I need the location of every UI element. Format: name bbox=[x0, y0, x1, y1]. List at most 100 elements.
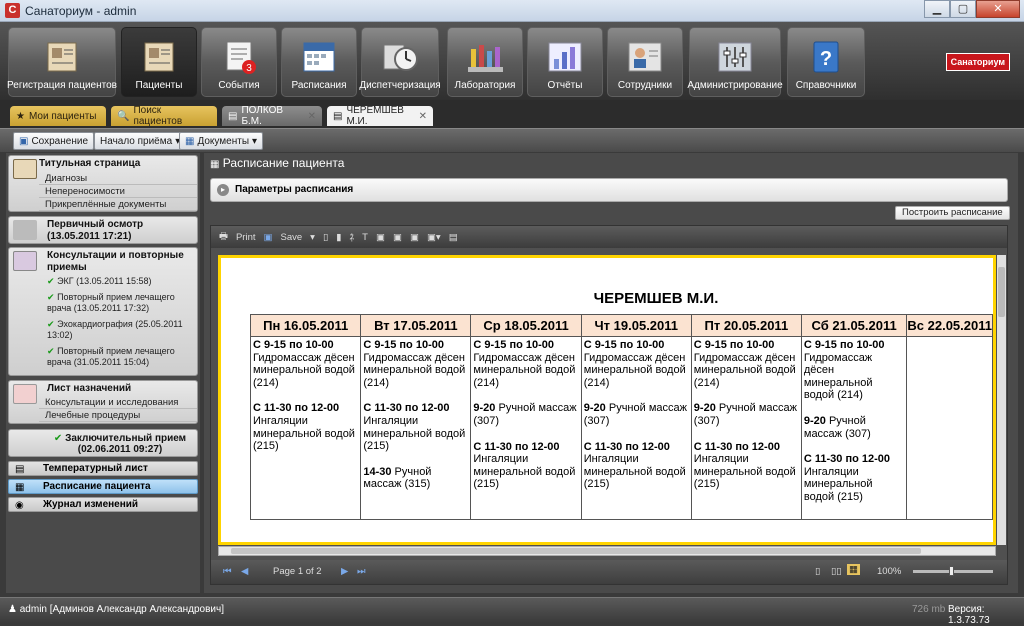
schedule-entry: 14-30 Ручной массаж (315) bbox=[363, 466, 468, 491]
copy-icon[interactable]: ▯ bbox=[323, 232, 328, 243]
print-button[interactable]: Print bbox=[236, 232, 256, 243]
schedule-entry: С 11-30 по 12-00 Ингаляции минеральной во… bbox=[584, 441, 689, 491]
schedule-entry: С 11-30 по 12-00 Ингаляции минеральной во… bbox=[804, 453, 905, 503]
last-page-icon[interactable]: ⏭ bbox=[357, 566, 366, 577]
tab-patient-search[interactable]: 🔍 Поиск пациентов bbox=[111, 105, 217, 127]
layout-icon-1[interactable]: ▣ bbox=[376, 232, 385, 243]
group-final-visit[interactable]: ✔ Заключительный прием (02.06.2011 09:27… bbox=[8, 429, 198, 457]
chevron-down-icon[interactable]: ▾ bbox=[310, 232, 315, 243]
build-schedule-button[interactable]: Построить расписание bbox=[895, 206, 1010, 220]
nav-diagnoses[interactable]: Диагнозы bbox=[39, 172, 197, 185]
day-cell: С 9-15 по 10-00 Гидромассаж дёсен минерал… bbox=[690, 336, 802, 520]
single-page-icon[interactable]: ▯ bbox=[815, 566, 820, 577]
ribbon-lab-button[interactable]: Лаборатория bbox=[447, 27, 523, 97]
nav-change-log[interactable]: ◉ Журнал изменений bbox=[8, 497, 198, 512]
check-icon: ✔ bbox=[47, 292, 55, 302]
group-title-page[interactable]: Титульная страница Диагнозы Непереносимо… bbox=[8, 155, 198, 212]
ribbon-schedules-button[interactable]: Расписания bbox=[281, 27, 357, 97]
vertical-scrollbar[interactable] bbox=[997, 255, 1006, 545]
nav-intolerances[interactable]: Непереносимости bbox=[39, 185, 197, 198]
paste-icon[interactable]: ▮ bbox=[336, 232, 341, 243]
prev-page-icon[interactable]: ◀ bbox=[241, 566, 248, 577]
svg-text:3: 3 bbox=[246, 63, 252, 74]
report-viewer: 🖶 Print ▣ Save ▾ ▯ ▮ ﾈT ▣ ▣ ▣ ▣▾ ▤ ЧЕРЕМШЕВ М.И.… bbox=[210, 225, 1008, 585]
check-icon: ✔ bbox=[53, 433, 63, 444]
text-icon[interactable]: T bbox=[362, 232, 368, 243]
entry-procedure: Гидромассаж дёсен минеральной водой (214… bbox=[693, 351, 796, 389]
patient-card-icon: ▤ bbox=[228, 110, 238, 122]
nav-treatment-procedures[interactable]: Лечебные процедуры bbox=[39, 409, 197, 422]
maximize-button[interactable]: ▢ bbox=[950, 0, 976, 18]
documents-dropdown[interactable]: ▦ Документы ▾ bbox=[179, 132, 264, 150]
entry-time: С 11-30 по 12-00 bbox=[473, 440, 560, 453]
entry-time: 9-20 bbox=[693, 402, 716, 415]
entry-time: С 9-15 по 10-00 bbox=[803, 339, 885, 351]
chevron-down-icon: ▾ bbox=[252, 135, 258, 147]
ribbon-events-button[interactable]: 3 События bbox=[201, 27, 277, 97]
minimize-button[interactable]: ▁ bbox=[924, 0, 950, 18]
group-consultations[interactable]: Консультации и повторные приемы ✔ ЭКГ (1… bbox=[8, 247, 198, 376]
entry-time: С 11-30 по 12-00 bbox=[803, 453, 891, 466]
schedule-entry: С 11-30 по 12-00 Ингаляции минеральной во… bbox=[363, 402, 468, 452]
patient-card-icon: ▤ bbox=[333, 110, 343, 122]
ribbon-registration-button[interactable]: Регистрация пациентов bbox=[7, 27, 117, 97]
entry-procedure: Гидромассаж дёсен минеральной водой (214… bbox=[363, 351, 466, 389]
lab-icon bbox=[465, 39, 505, 75]
print-icon[interactable]: 🖶 bbox=[219, 229, 228, 245]
page-indicator: Page 1 of 2 bbox=[273, 566, 322, 577]
schedule-main: ▦ Расписание пациента ▸ Параметры расписа… bbox=[204, 153, 1018, 593]
layout-icon-3[interactable]: ▣ bbox=[410, 232, 419, 243]
export-icon[interactable]: ▣▾ bbox=[427, 232, 441, 243]
nav-repeat-visit-2[interactable]: ✔ Повторный прием лечащего врача (31.05.… bbox=[47, 346, 195, 368]
entry-time: С 9-15 по 10-00 bbox=[363, 339, 444, 351]
close-window-button[interactable]: ✕ bbox=[976, 0, 1020, 18]
horizontal-scrollbar[interactable] bbox=[218, 546, 996, 556]
nav-temperature-sheet[interactable]: ▤ Температурный лист bbox=[8, 461, 198, 476]
zoom-slider[interactable] bbox=[913, 566, 993, 576]
close-tab-icon[interactable]: ✕ bbox=[308, 111, 316, 122]
settings-icon[interactable]: ▤ bbox=[449, 232, 458, 243]
nav-echocardiography[interactable]: ✔ Эхокардиография (25.05.2011 13:02) bbox=[47, 319, 195, 341]
nav-repeat-visit-1[interactable]: ✔ Повторный прием лечащего врача (13.05.… bbox=[47, 292, 195, 314]
start-appointment-dropdown[interactable]: Начало приёма ▾ bbox=[94, 132, 187, 150]
multi-page-icon[interactable]: ▦ bbox=[847, 564, 860, 575]
calendar-icon: ▦ bbox=[210, 159, 220, 170]
ribbon-reports-button[interactable]: Отчёты bbox=[527, 27, 603, 97]
ribbon-staff-button[interactable]: Сотрудники bbox=[607, 27, 683, 97]
floppy-icon[interactable]: ▣ bbox=[264, 232, 273, 243]
report-statusbar: ⏮ ◀ Page 1 of 2 ▶ ⏭ ▯ ▯▯ ▦ 100% bbox=[211, 560, 1007, 584]
double-page-icon[interactable]: ▯▯ bbox=[831, 566, 841, 577]
group-primary-exam[interactable]: Первичный осмотр (13.05.2011 17:21) bbox=[8, 216, 198, 244]
nav-ecg[interactable]: ✔ ЭКГ (13.05.2011 15:58) bbox=[47, 276, 195, 287]
day-header: Чт 19.05.2011 bbox=[580, 314, 692, 337]
schedule-entry: С 9-15 по 10-00 Гидромассаж дёсен минерал… bbox=[694, 339, 799, 389]
svg-text:?: ? bbox=[820, 48, 832, 70]
ribbon-reference-button[interactable]: ? Справочники bbox=[787, 27, 865, 97]
close-tab-icon[interactable]: ✕ bbox=[419, 111, 427, 122]
save-button[interactable]: ▣ Сохранение bbox=[13, 132, 95, 150]
group-prescriptions[interactable]: Лист назначений Консультации и исследова… bbox=[8, 380, 198, 424]
day-cell: С 9-15 по 10-00 Гидромассаж дёсен минерал… bbox=[360, 336, 472, 520]
binoculars-icon[interactable]: ﾈ bbox=[349, 230, 354, 244]
first-page-icon[interactable]: ⏮ bbox=[223, 566, 232, 577]
tab-cheremshev[interactable]: ▤ ЧЕРЕМШЕВ М.И. ✕ bbox=[327, 105, 433, 127]
app-statusbar: ♟ admin [Админов Александр Александрович… bbox=[0, 597, 1024, 626]
report-toolbar: 🖶 Print ▣ Save ▾ ▯ ▮ ﾈT ▣ ▣ ▣ ▣▾ ▤ bbox=[211, 226, 1007, 248]
layout-icon-2[interactable]: ▣ bbox=[393, 232, 402, 243]
entry-time: С 11-30 по 12-00 bbox=[693, 440, 780, 453]
entry-time: С 9-15 по 10-00 bbox=[583, 339, 665, 351]
nav-attached-documents[interactable]: Прикреплённые документы bbox=[39, 198, 197, 211]
nav-patient-schedule[interactable]: ▦ Расписание пациента bbox=[8, 479, 198, 494]
schedule-params-panel[interactable]: ▸ Параметры расписания bbox=[210, 178, 1008, 202]
next-page-icon[interactable]: ▶ bbox=[341, 566, 348, 577]
nav-consultations-research[interactable]: Консультации и исследования bbox=[39, 396, 197, 409]
ribbon-patients-button[interactable]: Пациенты bbox=[121, 27, 197, 97]
save-report-button[interactable]: Save bbox=[281, 232, 303, 243]
tab-polkov[interactable]: ▤ ПОЛКОВ Б.М. ✕ bbox=[222, 105, 322, 127]
ribbon-dispatch-button[interactable]: Диспетчеризация bbox=[359, 27, 441, 97]
ribbon-admin-button[interactable]: Администрирование bbox=[687, 27, 783, 97]
schedule-entry: С 9-15 по 10-00 Гидромассаж дёсен минерал… bbox=[253, 339, 358, 389]
schedule-entry: С 9-15 по 10-00 Гидромассаж дёсен минерал… bbox=[363, 339, 468, 389]
tab-my-patients[interactable]: ★ Мои пациенты bbox=[10, 106, 106, 126]
main-ribbon: Регистрация пациентов Пациенты 3 События… bbox=[0, 22, 1024, 100]
